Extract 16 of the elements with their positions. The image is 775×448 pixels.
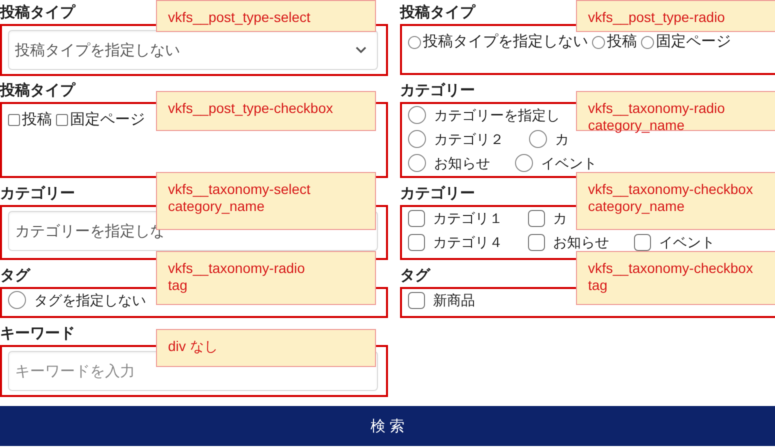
field-label: カテゴリー — [400, 82, 475, 100]
annotation-tooltip: vkfs__post_type-select — [156, 0, 376, 32]
field-label: タグ — [400, 267, 430, 285]
field-label: タグ — [0, 267, 30, 285]
annotation-tooltip: vkfs__taxonomy-checkbox tag — [576, 251, 775, 305]
field-label: カテゴリー — [400, 185, 475, 203]
field-label: 投稿タイプ — [400, 4, 475, 22]
annotation-tooltip: vkfs__taxonomy-checkbox category_name — [576, 172, 775, 230]
annotation-tooltip: vkfs__taxonomy-radio tag — [156, 251, 376, 305]
annotation-tooltip: vkfs__taxonomy-select category_name — [156, 172, 376, 230]
annotation-tooltip: vkfs__post_type-radio — [576, 0, 775, 32]
annotation-tooltip: vkfs__taxonomy-radio category_name — [576, 91, 775, 131]
field-label: カテゴリー — [0, 185, 75, 203]
field-label: キーワード — [0, 325, 75, 343]
annotation-tooltip: vkfs__post_type-checkbox — [156, 91, 376, 131]
annotation-tooltip: div なし — [156, 329, 376, 367]
